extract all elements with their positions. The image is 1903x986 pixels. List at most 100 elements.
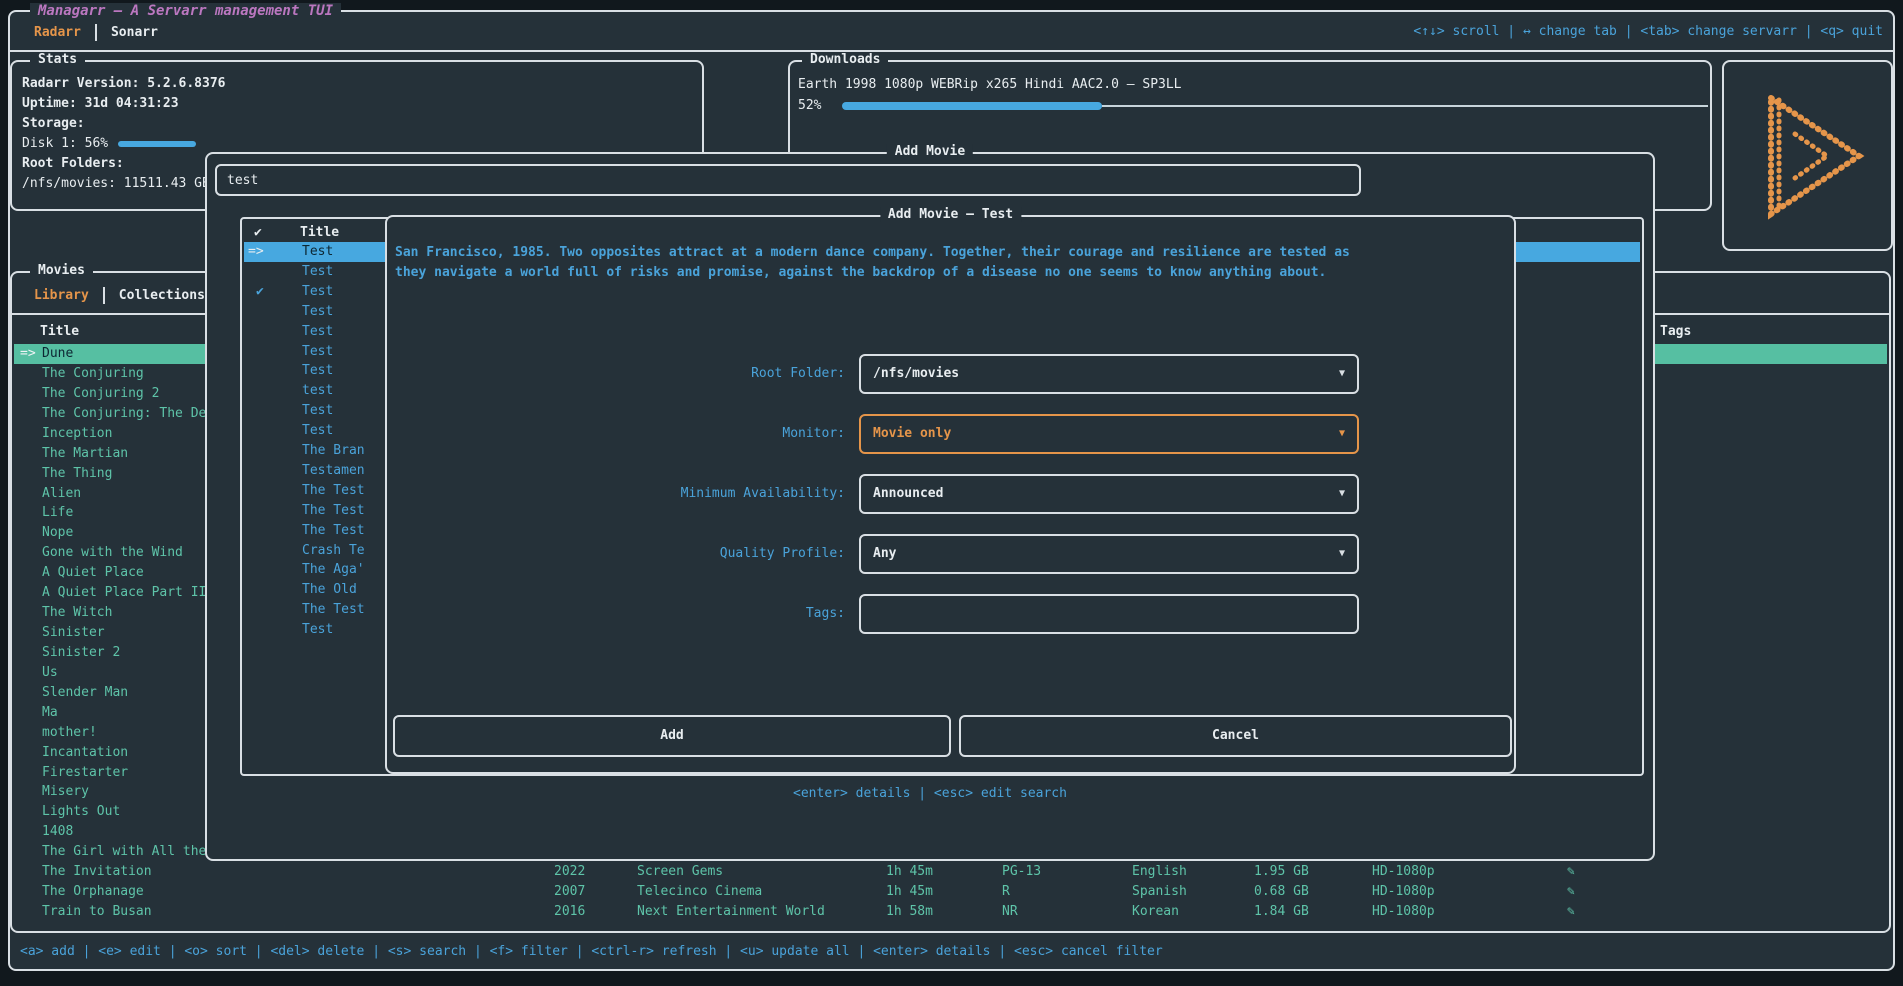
tab-sonarr[interactable]: Sonarr xyxy=(111,25,158,40)
movie-title: Train to Busan xyxy=(42,902,152,922)
result-title: Test xyxy=(302,342,333,362)
form-field-row: Root Folder: /nfs/movies▼ xyxy=(387,354,1514,394)
check-column-header: ✔ xyxy=(254,225,262,240)
disk-usage-gauge xyxy=(118,141,196,147)
movie-title: The Martian xyxy=(42,444,128,464)
movie-title: The Thing xyxy=(42,464,112,484)
form-field-row: Minimum Availability: Announced▼ xyxy=(387,474,1514,514)
root-folder-value: /nfs/movies: 11511.43 GB xyxy=(22,175,210,193)
movie-description: San Francisco, 1985. Two opposites attra… xyxy=(395,243,1365,283)
movie-title: The Orphanage xyxy=(42,882,144,902)
movie-studio: Telecinco Cinema xyxy=(637,882,762,902)
field-label: Quality Profile: xyxy=(395,534,845,574)
movie-title: Slender Man xyxy=(42,683,128,703)
uptime: Uptime: 31d 04:31:23 xyxy=(22,95,179,113)
library-row[interactable]: The Invitation 2022 Screen Gems 1h 45m PG-13… xyxy=(14,862,1887,882)
movie-title: Ma xyxy=(42,703,58,723)
movie-size: 1.95 GB xyxy=(1254,862,1309,882)
movie-runtime: 1h 45m xyxy=(886,882,933,902)
field-value: /nfs/movies xyxy=(873,356,959,392)
movie-studio: Next Entertainment World xyxy=(637,902,825,922)
movie-runtime: 1h 45m xyxy=(886,862,933,882)
result-title: The Aga' xyxy=(302,560,365,580)
result-title: Test xyxy=(302,302,333,322)
movie-title: The Conjuring: The De xyxy=(42,404,206,424)
result-title: The Test xyxy=(302,521,365,541)
selection-arrow-icon: => xyxy=(248,242,264,262)
movie-title: The Invitation xyxy=(42,862,152,882)
movie-year: 2022 xyxy=(554,862,585,882)
movie-title: Inception xyxy=(42,424,112,444)
movie-year: 2007 xyxy=(554,882,585,902)
result-title: Crash Te xyxy=(302,541,365,561)
header-divider xyxy=(10,50,1893,52)
movie-title: Dune xyxy=(42,344,73,364)
movie-title: A Quiet Place Part II xyxy=(42,583,206,603)
field-value: Announced xyxy=(873,476,943,512)
result-title: test xyxy=(302,381,333,401)
field-dropdown[interactable]: /nfs/movies▼ xyxy=(859,354,1359,394)
cancel-button[interactable]: Cancel xyxy=(959,715,1512,757)
disk-usage-row: Disk 1: 56% xyxy=(22,135,196,153)
movie-certification: NR xyxy=(1002,902,1018,922)
download-progress-fill xyxy=(842,102,1102,110)
result-title: Test xyxy=(302,322,333,342)
field-dropdown[interactable]: Movie only▼ xyxy=(859,414,1359,454)
radarr-version: Radarr Version: 5.2.6.8376 xyxy=(22,75,226,93)
result-title: Testamen xyxy=(302,461,365,481)
field-label: Root Folder: xyxy=(395,354,845,394)
servarr-tabs: Radarr Sonarr xyxy=(34,22,158,42)
movie-title: The Conjuring 2 xyxy=(42,384,159,404)
download-progress-track xyxy=(1102,105,1708,107)
pencil-icon: ✎ xyxy=(1567,902,1575,922)
movie-quality: HD-1080p xyxy=(1372,882,1435,902)
field-label: Monitor: xyxy=(395,414,845,454)
result-title: Test xyxy=(302,242,333,262)
movie-size: 0.68 GB xyxy=(1254,882,1309,902)
app-title: Managarr – A Servarr management TUI xyxy=(30,3,341,19)
movie-studio: Screen Gems xyxy=(637,862,723,882)
form-field-row: Monitor: Movie only▼ xyxy=(387,414,1514,454)
results-title-header: Title xyxy=(300,225,339,240)
storage-label: Storage: xyxy=(22,115,85,133)
movie-search-input[interactable] xyxy=(215,164,1361,196)
disk-usage-label: Disk 1: 56% xyxy=(22,135,108,153)
library-row[interactable]: The Orphanage2007Telecinco Cinema1h 45mR… xyxy=(14,882,1887,902)
field-dropdown[interactable]: Announced▼ xyxy=(859,474,1359,514)
footer-keybind-help: <a> add | <e> edit | <o> sort | <del> de… xyxy=(20,942,1163,962)
movie-title: Gone with the Wind xyxy=(42,543,183,563)
result-title: The Bran xyxy=(302,441,365,461)
pencil-icon: ✎ xyxy=(1567,882,1575,902)
result-title: Test xyxy=(302,620,333,640)
download-progress-row: 52% xyxy=(798,98,1704,114)
movie-year: 2016 xyxy=(554,902,585,922)
movie-title: Sinister xyxy=(42,623,105,643)
tab-radarr[interactable]: Radarr xyxy=(34,25,81,40)
movie-title: A Quiet Place xyxy=(42,563,144,583)
movie-language: Spanish xyxy=(1132,882,1187,902)
add-button[interactable]: Add xyxy=(393,715,951,757)
field-dropdown[interactable]: Any▼ xyxy=(859,534,1359,574)
search-keybind-help: <enter> details | <esc> edit search xyxy=(207,786,1653,801)
movie-title: mother! xyxy=(42,723,97,743)
movie-title: Firestarter xyxy=(42,763,128,783)
field-label: Tags: xyxy=(395,594,845,634)
movie-title: The Conjuring xyxy=(42,364,144,384)
chevron-down-icon: ▼ xyxy=(1339,416,1345,452)
movie-title: The Girl with All the xyxy=(42,842,206,862)
result-title: Test xyxy=(302,262,333,282)
result-title: Test xyxy=(302,401,333,421)
movie-title: 1408 xyxy=(42,822,73,842)
field-label: Minimum Availability: xyxy=(395,474,845,514)
form-field-row: Tags: xyxy=(387,594,1514,634)
add-movie-panel-title: Add Movie xyxy=(887,144,973,159)
top-keybind-help: <↑↓> scroll | ↔ change tab | <tab> chang… xyxy=(1413,24,1883,39)
result-title: The Test xyxy=(302,501,365,521)
movie-certification: PG-13 xyxy=(1002,862,1041,882)
library-row[interactable]: Train to Busan 2016 Next Entertainment Wor… xyxy=(14,902,1887,922)
field-input[interactable] xyxy=(859,594,1359,634)
add-movie-modal: Add Movie – Test San Francisco, 1985. Tw… xyxy=(385,215,1516,774)
result-title: Test xyxy=(302,421,333,441)
movie-title: Life xyxy=(42,503,73,523)
movie-title: Misery xyxy=(42,782,89,802)
